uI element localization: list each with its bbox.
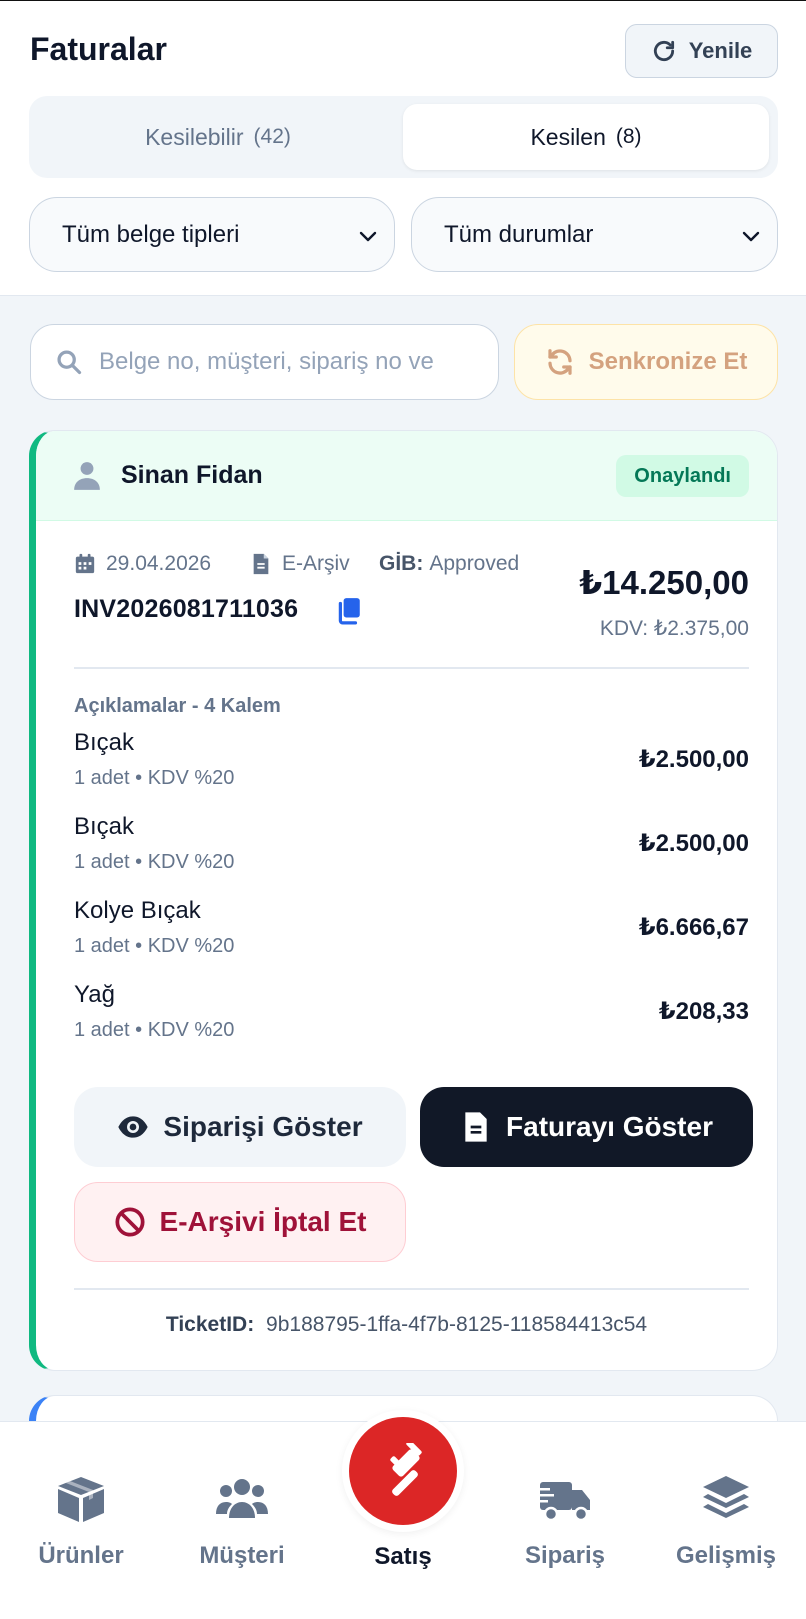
nav-label: Ürünler bbox=[38, 1542, 124, 1569]
nav-label: Sipariş bbox=[524, 1542, 606, 1569]
truck-icon bbox=[538, 1482, 590, 1522]
show-invoice-label: Faturayı Göster bbox=[506, 1111, 713, 1142]
invoice-kdv: KDV: ₺2.375,00 bbox=[599, 617, 749, 640]
invoice-total: ₺14.250,00 bbox=[579, 564, 749, 601]
item-details: 1 adet • KDV %20 bbox=[74, 1019, 235, 1041]
sync-button[interactable]: Senkronize Et bbox=[514, 324, 778, 400]
sales-fab[interactable] bbox=[342, 1410, 464, 1532]
nav-item-advanced[interactable]: Gelişmiş bbox=[646, 1474, 806, 1570]
tab-label: Kesilebilir bbox=[145, 123, 244, 150]
file-icon bbox=[465, 1112, 487, 1142]
tab-label: Kesilen bbox=[530, 123, 606, 150]
search-icon bbox=[57, 350, 82, 375]
item-name: Kolye Bıçak bbox=[74, 897, 201, 924]
user-icon bbox=[74, 462, 100, 490]
box-icon bbox=[58, 1477, 104, 1522]
gavel-icon bbox=[390, 1443, 422, 1496]
line-item: Bıçak 1 adet • KDV %20 ₺2.500,00 bbox=[74, 813, 749, 883]
search-input[interactable] bbox=[99, 348, 489, 376]
page-title: Faturalar bbox=[30, 31, 167, 67]
item-details: 1 adet • KDV %20 bbox=[74, 935, 235, 957]
invoice-tabs: Kesilebilir (42) Kesilen (8) bbox=[29, 96, 778, 178]
refresh-icon bbox=[653, 40, 674, 62]
sync-icon bbox=[548, 349, 572, 375]
customer-name: Sinan Fidan bbox=[121, 461, 263, 489]
eye-icon bbox=[118, 1116, 149, 1138]
tab-count: (8) bbox=[615, 125, 642, 148]
refresh-label: Yenile bbox=[688, 38, 753, 63]
invoice-card-header: Sinan Fidan Onaylandı bbox=[36, 431, 777, 521]
items-header: Açıklamalar - 4 Kalem bbox=[74, 695, 281, 717]
calendar-icon bbox=[75, 553, 95, 574]
search-box bbox=[30, 324, 499, 400]
nav-item-customers[interactable]: Müşteri bbox=[162, 1474, 322, 1570]
line-item: Yağ 1 adet • KDV %20 ₺208,33 bbox=[74, 981, 749, 1051]
copy-icon[interactable] bbox=[336, 597, 362, 625]
nav-item-products[interactable]: Ürünler bbox=[1, 1474, 161, 1570]
gib-status: GİB: Approved bbox=[379, 552, 519, 576]
doc-type-text: E-Arşiv bbox=[282, 552, 350, 575]
status-select[interactable]: Tüm durumlar bbox=[411, 197, 778, 272]
status-badge: Onaylandı bbox=[616, 455, 749, 497]
users-icon bbox=[216, 1479, 268, 1518]
nav-item-orders[interactable]: Sipariş bbox=[485, 1474, 645, 1570]
cancel-label: E-Arşivi İptal Et bbox=[159, 1206, 367, 1237]
invoice-date: 29.04.2026 bbox=[74, 552, 211, 576]
cancel-earchive-button[interactable]: E-Arşivi İptal Et bbox=[74, 1182, 406, 1262]
item-price: ₺6.666,67 bbox=[638, 914, 749, 941]
item-details: 1 adet • KDV %20 bbox=[74, 851, 235, 873]
item-details: 1 adet • KDV %20 bbox=[74, 767, 235, 789]
chevron-down-icon bbox=[359, 231, 377, 242]
show-order-label: Siparişi Göster bbox=[163, 1111, 363, 1142]
layers-icon bbox=[703, 1476, 749, 1518]
sales-fab-inner bbox=[349, 1417, 457, 1525]
ticket-value: 9b188795-1ffa-4f7b-8125-118584413c54 bbox=[266, 1313, 648, 1336]
nav-label: Gelişmiş bbox=[675, 1542, 777, 1569]
nav-item-sales-label[interactable]: Satış bbox=[323, 1543, 483, 1571]
refresh-button[interactable]: Yenile bbox=[625, 24, 778, 78]
gib-label: GİB: bbox=[379, 552, 424, 575]
item-name: Yağ bbox=[74, 981, 115, 1008]
chevron-down-icon bbox=[742, 231, 760, 242]
line-item: Kolye Bıçak 1 adet • KDV %20 ₺6.666,67 bbox=[74, 897, 749, 967]
gib-status-text: Approved bbox=[429, 552, 520, 575]
date-text: 29.04.2026 bbox=[106, 552, 212, 575]
nav-label: Müşteri bbox=[199, 1542, 285, 1569]
doc-type-value: Tüm belge tipleri bbox=[62, 220, 240, 248]
divider bbox=[74, 1288, 749, 1290]
invoice-doc-type: E-Arşiv bbox=[250, 552, 350, 576]
invoice-card: Sinan Fidan Onaylandı 29.04.2026 E-Arşiv… bbox=[29, 430, 778, 1371]
doc-type-select[interactable]: Tüm belge tipleri bbox=[29, 197, 395, 272]
document-icon bbox=[253, 553, 269, 575]
header: Faturalar Yenile Kesilebilir (42) Kesile… bbox=[0, 0, 806, 296]
item-name: Bıçak bbox=[74, 813, 135, 840]
sync-label: Senkronize Et bbox=[588, 348, 748, 375]
item-price: ₺2.500,00 bbox=[638, 746, 749, 773]
status-value: Tüm durumlar bbox=[444, 220, 594, 248]
tab-kesilebilir[interactable]: Kesilebilir (42) bbox=[37, 104, 399, 170]
tab-count: (42) bbox=[253, 125, 291, 148]
divider bbox=[74, 667, 749, 669]
item-name: Bıçak bbox=[74, 729, 135, 756]
ban-icon bbox=[114, 1207, 145, 1237]
show-order-button[interactable]: Siparişi Göster bbox=[74, 1087, 406, 1167]
item-price: ₺2.500,00 bbox=[638, 830, 749, 857]
show-invoice-button[interactable]: Faturayı Göster bbox=[420, 1087, 753, 1167]
ticket-id: TicketID: 9b188795-1ffa-4f7b-8125-118584… bbox=[36, 1313, 777, 1337]
line-item: Bıçak 1 adet • KDV %20 ₺2.500,00 bbox=[74, 729, 749, 799]
item-price: ₺208,33 bbox=[658, 998, 749, 1025]
tab-kesilen[interactable]: Kesilen (8) bbox=[403, 104, 769, 170]
ticket-label: TicketID: bbox=[165, 1313, 255, 1336]
invoice-number: INV2026081711036 bbox=[74, 595, 299, 623]
